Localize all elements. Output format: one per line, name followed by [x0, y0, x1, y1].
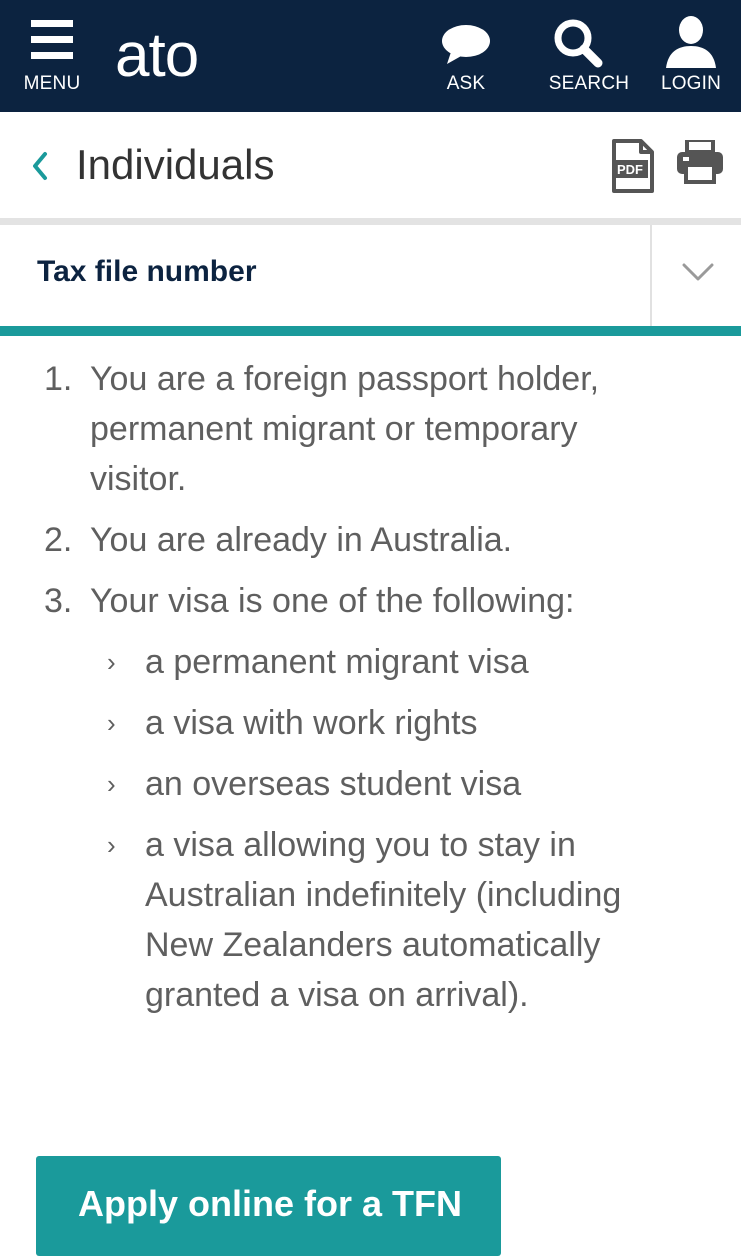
user-icon — [666, 16, 716, 73]
breadcrumb: Individuals PDF — [0, 112, 741, 218]
search-label: SEARCH — [548, 73, 630, 94]
section-title: Tax file number — [37, 255, 257, 288]
section-divider — [650, 225, 652, 326]
login-label: LOGIN — [660, 73, 722, 94]
chevron-right-icon: › — [107, 708, 116, 738]
list-item-text: Your visa is one of the following: — [90, 582, 575, 620]
section-dropdown[interactable]: Tax file number — [0, 225, 741, 326]
apply-online-button[interactable]: Apply online for a TFN — [36, 1156, 501, 1256]
page-title[interactable]: Individuals — [76, 140, 274, 190]
ask-button[interactable]: ASK — [436, 0, 496, 112]
chevron-down-icon[interactable] — [682, 261, 714, 288]
list-item-number: 2. — [44, 521, 73, 559]
print-icon[interactable] — [676, 138, 724, 189]
speech-bubble-icon — [441, 24, 491, 69]
chevron-right-icon: › — [107, 647, 116, 677]
ato-logo[interactable]: ato — [115, 16, 199, 96]
list-item-number: 3. — [44, 582, 73, 620]
section-accent-bar — [0, 326, 741, 336]
apply-online-label: Apply online for a TFN — [78, 1183, 462, 1224]
sub-list-item-text: a visa allowing you to stay in Australia… — [145, 826, 622, 1014]
hamburger-icon — [31, 20, 73, 65]
breadcrumb-divider — [0, 218, 741, 225]
search-icon — [553, 18, 605, 73]
menu-button[interactable]: MENU — [18, 0, 86, 112]
top-nav-bar: MENU ato ASK SEARCH LOGIN — [0, 0, 741, 112]
list-item-text: You are a foreign passport holder, perma… — [90, 360, 600, 498]
chevron-right-icon: › — [107, 769, 116, 799]
pdf-icon-text: PDF — [617, 162, 643, 177]
menu-label: MENU — [23, 73, 81, 94]
list-item-number: 1. — [44, 360, 73, 398]
chevron-right-icon: › — [107, 830, 116, 860]
search-button[interactable]: SEARCH — [546, 0, 632, 112]
back-chevron-icon[interactable] — [28, 148, 64, 184]
sub-list-item-text: an overseas student visa — [145, 765, 522, 803]
pdf-icon[interactable]: PDF — [611, 138, 655, 199]
login-button[interactable]: LOGIN — [657, 0, 725, 112]
sub-list-item-text: a visa with work rights — [145, 704, 478, 742]
sub-list-item-text: a permanent migrant visa — [145, 643, 529, 681]
list-item-text: You are already in Australia. — [90, 521, 513, 559]
ask-label: ASK — [446, 73, 486, 94]
